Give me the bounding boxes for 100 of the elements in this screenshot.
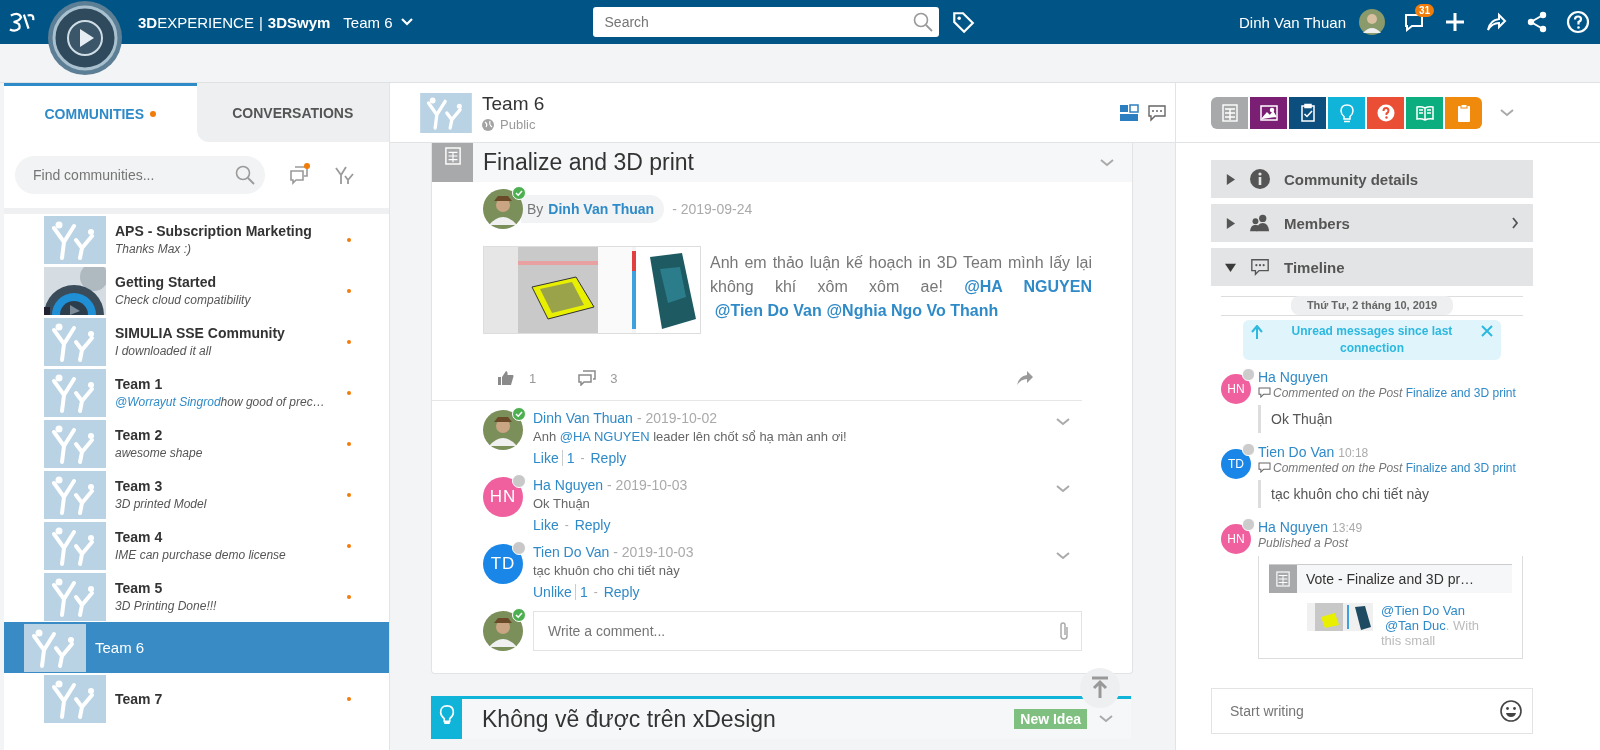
wiki-post-button[interactable] [1406,96,1443,129]
search-field[interactable]: Find communities... [31,166,235,184]
mention-link[interactable]: @HA NGUYEN [964,278,1092,295]
help-icon[interactable] [1566,10,1590,34]
section-title: Timeline [1284,258,1346,276]
post-date: - 2019-09-24 [672,201,753,217]
comment-author[interactable]: Tien Do Van [533,544,610,560]
mention-link[interactable]: @Tien Do Van [1381,603,1465,618]
post-link[interactable]: Finalize and 3D print [1405,461,1516,475]
like-link[interactable]: Like [533,450,559,466]
mention-link[interactable]: @Tien Do Van [714,302,822,319]
survey-post-button[interactable] [1289,96,1326,129]
chevron-down-icon[interactable] [1099,715,1113,723]
network-icon[interactable] [1525,10,1549,34]
mention-link[interactable]: @HA NGUYEN [559,429,650,444]
emoji-icon[interactable] [1500,700,1522,722]
post-text: Anh em thảo luận kế hoạch in 3D Team mình lấy lại không khí xôm xôm ae! @HA NGUYEN @Tien Do Van @Nghia Ngo Vo Thanh [710,253,1092,321]
like-icon[interactable] [497,370,515,386]
community-item[interactable]: SIMULIA SSE Community I downloaded it all [4,316,389,367]
chevron-down-icon[interactable] [1056,485,1070,493]
comment-field[interactable]: Write a comment... [546,622,1057,640]
attachment-icon[interactable] [1057,621,1071,641]
reply-link[interactable]: Reply [590,450,627,466]
reply-link[interactable]: Reply [603,584,640,600]
comment-author[interactable]: Dinh Van Thuan [533,410,633,426]
comment-icon[interactable] [578,370,597,386]
community-last-message: I downloaded it all [115,344,213,358]
search-field[interactable]: Find communities... [15,156,265,194]
community-last-message: Thanks Max :) [115,242,193,256]
search-field[interactable]: Search [602,13,913,31]
arrow-up-icon [1251,325,1263,339]
comment-field[interactable]: Write a comment... [533,611,1082,651]
people-icon [1250,213,1270,233]
community-item[interactable]: Team 6 [4,622,389,673]
chevron-down-icon[interactable] [1100,158,1114,167]
question-icon [1375,102,1396,123]
banner-text: Unread messages since last connection [1290,323,1454,357]
search-icon [235,165,255,185]
community-name: Team 6 [95,639,146,656]
community-item[interactable]: Getting Started Check cloud compatibility [4,265,389,316]
post-title[interactable]: Không vẽ được trên xDesign [482,705,1015,733]
comment-icon [1258,387,1271,398]
plus-icon[interactable] [1443,10,1467,34]
comment-text: Ok Thuận [533,496,591,511]
community-item[interactable]: Team 2 awesome shape [4,418,389,469]
comment-author[interactable]: Ha Nguyen [533,477,604,493]
community-item[interactable]: Team 4 IME can purchase demo license [4,520,389,571]
like-link[interactable]: Unlike [533,584,572,600]
image-icon [1258,102,1279,123]
chevron-down-icon[interactable] [1056,552,1070,560]
timeline-time: 10:18 [1338,446,1369,460]
sidebar-tab[interactable]: CONVERSATIONS [196,83,389,142]
chevron-down-icon[interactable] [1056,418,1070,426]
like-link[interactable]: Like [533,517,559,533]
avatar-icon [483,410,523,450]
author-link[interactable]: Dinh Van Thuan [548,201,655,217]
media-post-button[interactable] [1250,96,1287,129]
initials-avatar: HN [1221,524,1251,554]
search-field[interactable]: Search [592,7,939,37]
community-name: Team 1 [115,376,164,392]
community-item[interactable]: Team 5 3D Printing Done!!! [4,571,389,622]
post-link[interactable]: Finalize and 3D print [1405,386,1516,400]
community-item[interactable]: Team 3 3D printed Model [4,469,389,520]
chat-icon[interactable] [1147,102,1167,123]
section-header[interactable]: Timeline [1211,248,1533,286]
timeline-author[interactable]: Ha Nguyen [1258,369,1329,385]
message-field[interactable]: Start writing [1211,688,1533,734]
message-field[interactable]: Start writing [1228,702,1500,720]
scroll-to-top-icon[interactable] [1080,668,1120,708]
activity-text: Published a Post [1258,536,1350,550]
close-icon[interactable] [1481,325,1493,337]
conversation-icon[interactable] [287,163,311,187]
lightbulb-icon [438,705,455,725]
initials-avatar: HN [483,477,523,517]
section-header[interactable]: Members [1211,204,1533,242]
clipboard-post-button[interactable] [1445,96,1482,129]
mention-link[interactable]: @Tan Duc [1384,618,1446,633]
question-post-button[interactable] [1367,96,1404,129]
timeline-author[interactable]: Tien Do Van [1258,444,1335,460]
tag-icon[interactable] [950,10,975,34]
brand-name: 3DEXPERIENCE [138,13,254,31]
space-dropdown[interactable]: Team 6 [339,13,417,31]
section-title: Members [1284,214,1351,232]
mention-link[interactable]: @Nghia Ngo Vo Thanh [826,302,999,319]
mention-link[interactable]: @Worrayut Singrod [115,395,221,409]
timeline-author[interactable]: Ha Nguyen [1258,519,1329,535]
user-name[interactable]: Dinh Van Thuan [1238,13,1346,31]
comment-date: - 2019-10-03 [613,544,694,560]
section-header[interactable]: Community details [1211,160,1533,198]
community-item[interactable]: Team 7 [4,673,389,724]
community-item[interactable]: Team 1 @Worrayut Singrodhow good of prec… [4,367,389,418]
community-item[interactable]: APS - Subscription Marketing Thanks Max :) [4,214,389,265]
comment-quote: tạc khuôn cho chi tiết này [1258,480,1523,508]
comment-count: 3 [610,370,618,386]
layout-icon[interactable] [1119,102,1139,123]
comment-date: - 2019-10-03 [607,477,688,493]
date-separator: Thứ Tư, 2 tháng 10, 2019 [1290,296,1454,315]
user-avatar[interactable] [1359,9,1385,35]
reply-link[interactable]: Reply [574,517,611,533]
chevron-down-icon[interactable] [1500,108,1514,117]
